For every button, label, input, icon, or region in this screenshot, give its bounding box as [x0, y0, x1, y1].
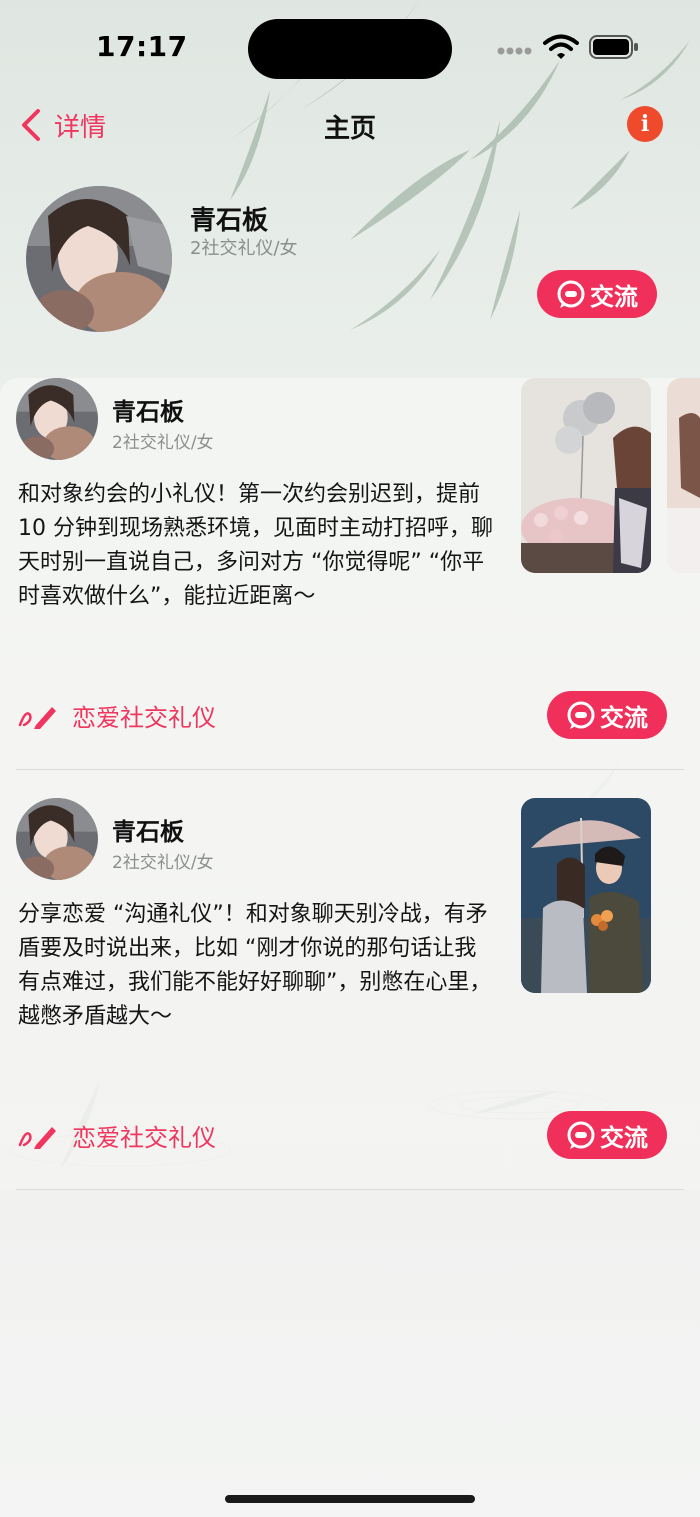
post-author-name: 青石板: [112, 818, 184, 846]
divider: [16, 769, 684, 770]
chat-label: 交流: [600, 703, 648, 732]
chat-label: 交流: [590, 282, 638, 311]
status-bar: 17:17: [0, 0, 700, 96]
post-feed: 青石板 2社交礼仪/女 和对象约会的小礼仪！第一次约会别迟到，提前 10 分钟到…: [0, 378, 700, 1190]
profile-chat-button[interactable]: 交流: [537, 270, 657, 318]
post-photo-next[interactable]: [667, 378, 700, 573]
post-chat-button[interactable]: 交流: [547, 691, 667, 739]
battery-icon: [589, 35, 638, 59]
info-icon: i: [640, 111, 650, 137]
cellular-signal-icon: [497, 47, 532, 55]
post-author-subtitle: 2社交礼仪/女: [112, 853, 214, 873]
profile-avatar[interactable]: [26, 186, 172, 332]
post-avatar[interactable]: [16, 798, 98, 880]
profile-header: 青石板 2社交礼仪/女 交流: [0, 186, 700, 336]
pen-icon: [18, 1126, 56, 1149]
post-text: 分享恋爱 “沟通礼仪”！和对象聊天别冷战，有矛盾要及时说出来，比如 “刚才你说的…: [18, 902, 492, 1029]
pen-icon: [18, 706, 56, 729]
post-photo[interactable]: [521, 378, 651, 573]
status-time: 17:17: [96, 30, 188, 63]
post-tag[interactable]: 恋爱社交礼仪: [18, 1118, 216, 1153]
post-text: 和对象约会的小礼仪！第一次约会别迟到，提前 10 分钟到现场熟悉环境，见面时主动…: [18, 482, 493, 609]
post-avatar[interactable]: [16, 378, 98, 460]
post-tag-label: 恋爱社交礼仪: [72, 1124, 216, 1152]
profile-name: 青石板: [190, 206, 269, 236]
home-indicator[interactable]: [225, 1495, 475, 1503]
info-button[interactable]: i: [627, 106, 663, 142]
navigation-bar: 详情 主页 i: [0, 96, 700, 154]
post-author-subtitle: 2社交礼仪/女: [112, 433, 214, 453]
divider: [16, 1189, 684, 1190]
post-tag[interactable]: 恋爱社交礼仪: [18, 698, 216, 733]
page-title: 主页: [323, 114, 376, 144]
profile-subtitle: 2社交礼仪/女: [190, 238, 298, 259]
post-card: 青石板 2社交礼仪/女 分享恋爱 “沟通礼仪”！和对象聊天别冷战，有矛盾要及时说…: [0, 798, 700, 1190]
chat-bubble-icon: [567, 701, 595, 729]
post-card: 青石板 2社交礼仪/女 和对象约会的小礼仪！第一次约会别迟到，提前 10 分钟到…: [0, 378, 700, 770]
post-author-name: 青石板: [112, 398, 184, 426]
post-tag-label: 恋爱社交礼仪: [72, 704, 216, 732]
chat-label: 交流: [600, 1123, 648, 1152]
chat-bubble-icon: [567, 1121, 595, 1149]
wifi-icon: [543, 34, 579, 59]
post-chat-button[interactable]: 交流: [547, 1111, 667, 1159]
post-photo[interactable]: [521, 798, 651, 993]
chat-bubble-icon: [557, 280, 585, 308]
dynamic-island: [248, 19, 452, 79]
